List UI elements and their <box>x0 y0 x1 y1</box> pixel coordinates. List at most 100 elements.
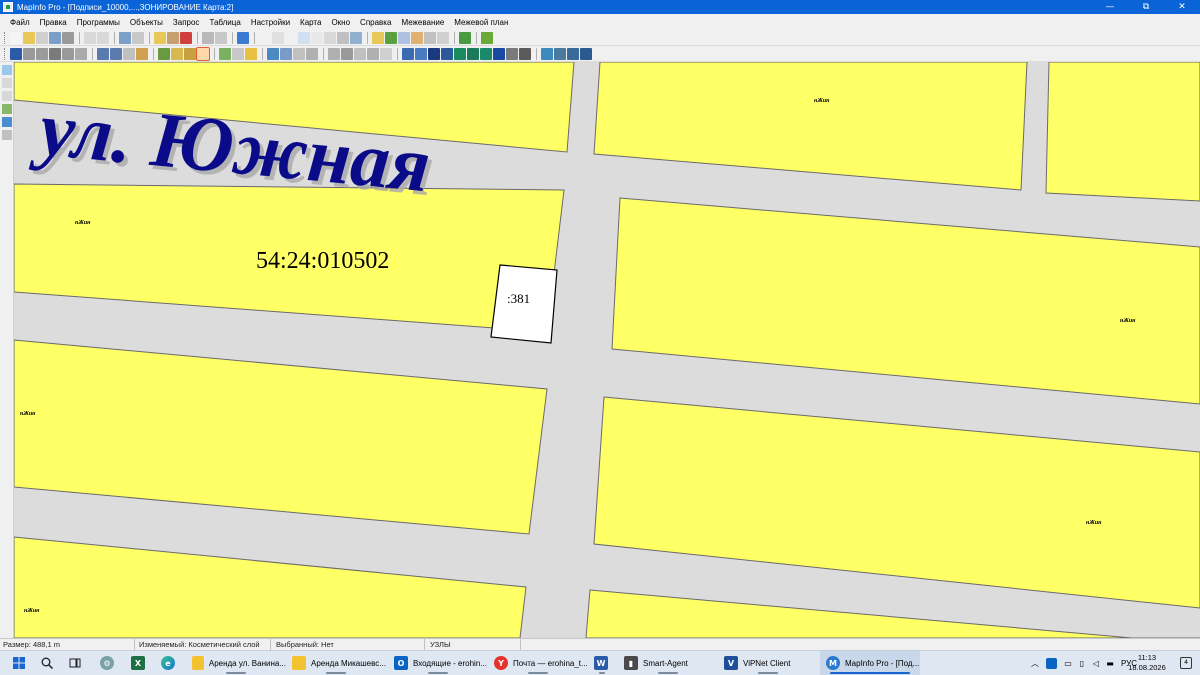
toolbar-tool-icon[interactable] <box>36 47 48 60</box>
toolbar-tool-icon[interactable] <box>49 31 61 44</box>
menu-map[interactable]: Карта <box>296 18 327 27</box>
toolbar-tool-icon[interactable] <box>402 47 414 60</box>
minimize-button[interactable]: — <box>1092 0 1128 14</box>
toolbar-tool-icon[interactable] <box>272 31 284 44</box>
toolbar-tool-icon[interactable] <box>454 47 466 60</box>
toolbar-tool-icon[interactable] <box>519 47 531 60</box>
task-view-button[interactable] <box>64 651 86 675</box>
toolbar-tool-icon[interactable] <box>123 47 135 60</box>
toolbar-tool-icon[interactable] <box>324 31 336 44</box>
toolbar-tool-icon[interactable] <box>49 47 61 60</box>
task-outlook[interactable]: O Входящие - erohin... <box>388 651 488 675</box>
toolbar-tool-icon[interactable] <box>196 46 210 61</box>
toolbar-tool-icon[interactable] <box>110 47 122 60</box>
map-window[interactable]: нЖин нЖин нЖин нЖин нЖин нЖин 54:24:0105… <box>14 62 1200 638</box>
pinned-app[interactable]: ⚙ <box>96 651 118 675</box>
toolbar-tool-icon[interactable] <box>380 47 392 60</box>
toolbar-tool-icon[interactable] <box>10 47 22 60</box>
menu-window[interactable]: Окно <box>327 18 356 27</box>
search-button[interactable] <box>36 651 58 675</box>
status-nodes[interactable]: УЗЛЫ <box>430 640 451 649</box>
toolbar-tool-icon[interactable] <box>480 47 492 60</box>
toolbar-tool-icon[interactable] <box>280 47 292 60</box>
toolbar-tool-icon[interactable] <box>350 31 362 44</box>
tray-network-icon[interactable]: ▯ <box>1075 659 1089 668</box>
task-arenda-mikashev[interactable]: Аренда Микашевс... <box>286 651 386 675</box>
toolbar-tool-icon[interactable] <box>154 31 166 44</box>
layer-control-icon[interactable] <box>2 65 12 75</box>
toolbar-tool-icon[interactable] <box>398 31 410 44</box>
toolbar-tool-icon[interactable] <box>298 31 310 44</box>
toolbar-tool-icon[interactable] <box>567 47 579 60</box>
toolbar-tool-icon[interactable] <box>23 47 35 60</box>
toolbar-tool-icon[interactable] <box>459 31 471 44</box>
toolbar-tool-icon[interactable] <box>267 47 279 60</box>
menu-edit[interactable]: Правка <box>36 18 73 27</box>
close-button[interactable]: ✕ <box>1164 0 1200 14</box>
tray-chevron-up-icon[interactable]: ︿ <box>1028 658 1042 669</box>
parcel-block[interactable] <box>1045 62 1200 202</box>
toolbar-tool-icon[interactable] <box>245 47 257 60</box>
maximize-button[interactable]: ⧉ <box>1128 0 1164 14</box>
task-arenda-vanina[interactable]: Аренда ул. Ванина... <box>186 651 286 675</box>
toolbar-tool-icon[interactable] <box>428 47 440 60</box>
toolbar-tool-icon[interactable] <box>184 47 196 60</box>
toolbar-tool-icon[interactable] <box>415 47 427 60</box>
toolbar-tool-icon[interactable] <box>215 31 227 44</box>
toolbar-tool-icon[interactable] <box>232 47 244 60</box>
notification-center-button[interactable]: 4 <box>1176 651 1196 675</box>
task-word[interactable]: W <box>588 651 616 675</box>
toolbar-tool-icon[interactable] <box>372 31 384 44</box>
table-tool-icon[interactable] <box>2 104 12 114</box>
menu-file[interactable]: Файл <box>6 18 36 27</box>
tray-volume-icon[interactable]: ◁ <box>1089 659 1103 668</box>
toolbar-tool-icon[interactable] <box>23 31 35 44</box>
pencil-tool-icon[interactable] <box>2 130 12 140</box>
toolbar-tool-icon[interactable] <box>132 31 144 44</box>
menu-survey[interactable]: Межевание <box>397 18 450 27</box>
tray-battery-icon[interactable]: ▬ <box>1103 659 1117 668</box>
task-smart-agent[interactable]: ▮ Smart-Agent <box>618 651 718 675</box>
toolbar-tool-icon[interactable] <box>119 31 131 44</box>
excel-app[interactable]: X <box>127 651 149 675</box>
menu-help[interactable]: Справка <box>356 18 397 27</box>
toolbar-tool-icon[interactable] <box>506 47 518 60</box>
toolbar-tool-icon[interactable] <box>167 31 179 44</box>
menu-survey-plan[interactable]: Межевой план <box>450 18 514 27</box>
toolbar-tool-icon[interactable] <box>259 31 271 44</box>
toolbar-tool-icon[interactable] <box>311 31 323 44</box>
task-vipnet[interactable]: V ViPNet Client <box>718 651 818 675</box>
toolbar-tool-icon[interactable] <box>62 31 74 44</box>
status-editable-layer[interactable]: Изменяемый: Косметический слой <box>139 640 260 649</box>
toolbar-tool-icon[interactable] <box>493 47 505 60</box>
menu-objects[interactable]: Объекты <box>126 18 169 27</box>
toolbar-tool-icon[interactable] <box>36 31 48 44</box>
toolbar-grip[interactable] <box>4 47 7 60</box>
toolbar-tool-icon[interactable] <box>337 31 349 44</box>
toolbar-tool-icon[interactable] <box>97 47 109 60</box>
toolbar-tool-icon[interactable] <box>367 47 379 60</box>
toolbar-tool-icon[interactable] <box>554 47 566 60</box>
toolbar-tool-icon[interactable] <box>136 47 148 60</box>
toolbar-tool-icon[interactable] <box>541 47 553 60</box>
toolbar-tool-icon[interactable] <box>171 47 183 60</box>
toolbar-tool-icon[interactable] <box>328 47 340 60</box>
map-canvas[interactable]: нЖин нЖин нЖин нЖин нЖин нЖин 54:24:0105… <box>14 62 1200 638</box>
menu-query[interactable]: Запрос <box>169 18 206 27</box>
toolbar-tool-icon[interactable] <box>354 47 366 60</box>
toolbar-tool-icon[interactable] <box>293 47 305 60</box>
status-selected[interactable]: Выбранный: Нет <box>276 640 334 649</box>
toolbar-tool-icon[interactable] <box>285 31 297 44</box>
toolbar-tool-icon[interactable] <box>237 31 249 44</box>
start-button[interactable] <box>4 651 34 675</box>
toolbar-tool-icon[interactable] <box>437 31 449 44</box>
menu-programs[interactable]: Программы <box>73 18 126 27</box>
toolbar-tool-icon[interactable] <box>411 31 423 44</box>
toolbar-tool-icon[interactable] <box>441 47 453 60</box>
toolbar-tool-icon[interactable] <box>385 31 397 44</box>
menu-settings[interactable]: Настройки <box>247 18 296 27</box>
toolbar-tool-icon[interactable] <box>306 47 318 60</box>
tray-printer-icon[interactable]: ▭ <box>1061 659 1075 668</box>
toolbar-tool-icon[interactable] <box>62 47 74 60</box>
toolbar-tool-icon[interactable] <box>424 31 436 44</box>
